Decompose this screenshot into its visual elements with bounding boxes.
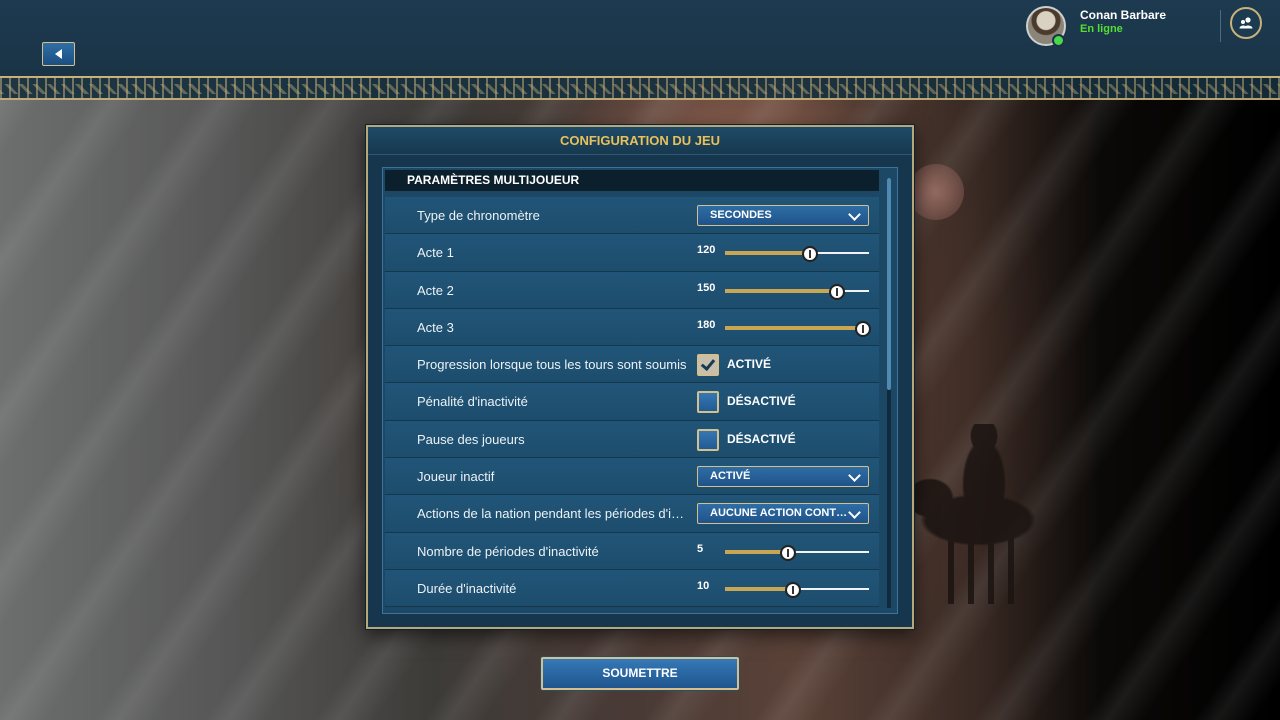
setting-label: Actions de la nation pendant les période… [417,506,687,522]
setting-label: Pénalité d'inactivité [417,394,528,410]
slider-value: 180 [697,318,716,331]
ornamental-border [0,78,1280,100]
setting-label: Acte 1 [417,245,454,261]
checkbox-state-label: DÉSACTIVÉ [727,394,796,409]
setting-row: Durée d'inactivité 10 [385,569,879,608]
slider-fill [725,288,838,293]
checkbox-state-label: ACTIVÉ [727,357,772,372]
setting-label: Progression lorsque tous les tours sont … [417,357,687,373]
chevron-down-icon [848,469,861,482]
setting-dropdown[interactable]: AUCUNE ACTION CONTINUE [697,503,869,525]
setting-slider[interactable] [725,246,869,263]
setting-checkbox[interactable] [697,428,719,451]
slider-thumb[interactable] [829,283,846,300]
setting-row: Actions de la nation pendant les période… [385,495,879,533]
setting-label: Durée d'inactivité [417,580,517,596]
chevron-down-icon [848,506,861,520]
slider-fill [725,251,810,256]
setting-label: Pause des joueurs [417,431,525,447]
setting-label: Type de chronomètre [417,208,540,223]
setting-row: Joueur inactif ACTIVÉ [385,458,879,496]
back-button[interactable] [42,42,75,66]
setting-label: Acte 3 [417,319,454,335]
slider-value: 5 [697,542,704,555]
slider-thumb[interactable] [801,246,818,263]
profile-status: En ligne [1080,23,1123,35]
slider-fill [725,325,864,330]
left-triangle-icon [55,49,62,59]
slider-value: 150 [697,281,716,294]
slider-thumb[interactable] [780,544,797,561]
setting-slider[interactable] [725,320,872,337]
setting-slider[interactable] [725,283,869,300]
section-header: PARAMÈTRES MULTIJOUEUR [385,170,879,191]
setting-slider[interactable] [725,581,869,598]
settings-list: Type de chronomètre SECONDES Acte 1 120 Acte… [385,197,879,608]
setting-row: Progression lorsque tous les tours sont … [385,346,879,384]
friends-button[interactable] [1230,7,1262,39]
setting-label: Joueur inactif [417,469,495,485]
slider-fill [725,549,789,554]
checkmark-icon [700,356,716,372]
dropdown-value: SECONDES [710,209,772,221]
divider [1220,10,1221,42]
setting-row: Acte 1 120 [385,234,879,272]
top-bar: Conan Barbare En ligne [0,0,1280,78]
setting-row: Type de chronomètre SECONDES [385,197,879,235]
scrollbar[interactable] [887,178,891,608]
profile-name: Conan Barbare [1080,8,1167,22]
online-status-icon [1052,34,1065,47]
setting-row: Nombre de périodes d'inactivité 5 [385,532,879,570]
slider-value: 10 [697,579,710,592]
game-config-dialog: CONFIGURATION DU JEU PARAMÈTRES MULTIJOU… [366,125,914,629]
slider-fill [725,586,793,591]
setting-row: Acte 2 150 [385,271,879,309]
setting-dropdown[interactable]: SECONDES [697,205,869,226]
setting-row: Pénalité d'inactivité DÉSACTIVÉ [385,383,879,421]
submit-button[interactable]: SOUMETTRE [541,657,739,690]
dropdown-value: ACTIVÉ [710,470,751,483]
settings-panel: PARAMÈTRES MULTIJOUEUR Type de chronomèt… [382,167,898,614]
chevron-down-icon [848,208,861,221]
scrollbar-thumb[interactable] [887,178,891,390]
moon-disc [908,164,964,220]
dropdown-value: AUCUNE ACTION CONTINUE [710,507,848,520]
setting-dropdown[interactable]: ACTIVÉ [697,466,869,488]
setting-row: Acte 3 180 [385,308,879,347]
setting-row: Pause des joueurs DÉSACTIVÉ [385,420,879,459]
friends-icon [1239,17,1253,29]
checkbox-state-label: DÉSACTIVÉ [727,431,796,446]
setting-checkbox[interactable] [697,354,719,377]
slider-thumb[interactable] [784,581,801,598]
camel-rider-silhouette [912,424,1042,604]
setting-checkbox[interactable] [697,391,719,414]
slider-thumb[interactable] [855,320,872,337]
setting-label: Acte 2 [417,282,454,298]
setting-slider[interactable] [725,544,869,561]
dialog-title: CONFIGURATION DU JEU [368,127,912,155]
slider-value: 120 [697,244,716,257]
setting-label: Nombre de périodes d'inactivité [417,543,599,559]
